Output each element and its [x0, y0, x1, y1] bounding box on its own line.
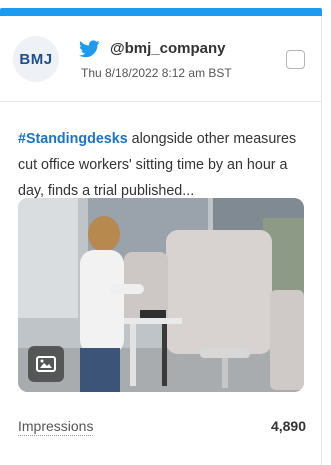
impressions-label[interactable]: Impressions: [18, 418, 94, 436]
select-checkbox[interactable]: [286, 50, 305, 69]
avatar-text: BMJ: [19, 50, 53, 68]
twitter-bird-icon: [79, 40, 100, 58]
stats-row: Impressions 4,890: [18, 418, 306, 442]
hashtag-link[interactable]: #Standingdesks: [18, 131, 128, 147]
image-icon: [28, 346, 64, 382]
avatar[interactable]: BMJ: [13, 36, 59, 82]
impressions-value: 4,890: [270, 418, 306, 434]
post-image[interactable]: [18, 198, 304, 392]
post-timestamp: Thu 8/18/2022 8:12 am BST: [81, 66, 232, 80]
accent-top-bar: [0, 8, 322, 16]
account-handle[interactable]: @bmj_company: [110, 40, 226, 57]
post-header: BMJ @bmj_company Thu 8/18/2022 8:12 am B…: [0, 16, 322, 102]
post-text: #Standingdesks alongside other measures …: [18, 126, 314, 204]
